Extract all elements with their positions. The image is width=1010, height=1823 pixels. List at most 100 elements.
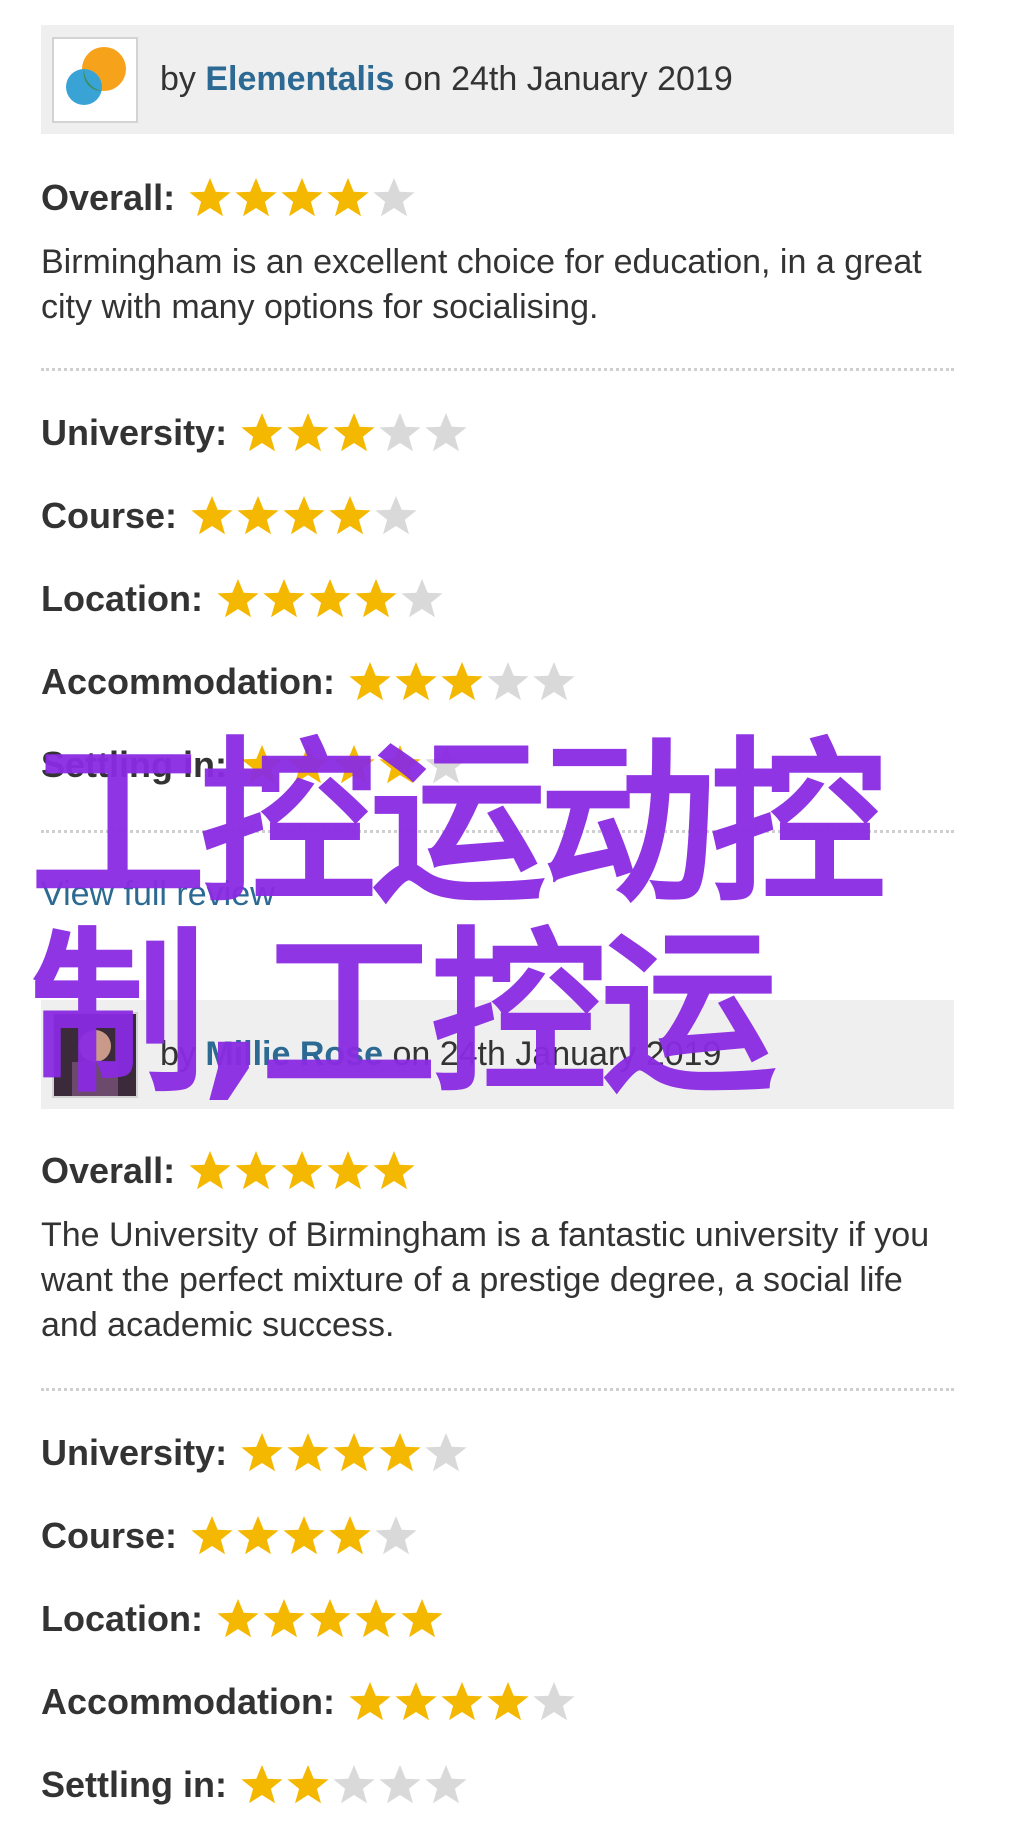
star-rating bbox=[239, 410, 469, 456]
star-filled-icon bbox=[329, 1516, 371, 1555]
rating-row-accommodation: Accommodation: bbox=[41, 654, 577, 710]
star-filled-icon bbox=[487, 1682, 529, 1721]
rating-row-accommodation: Accommodation: bbox=[41, 1674, 577, 1730]
star-rating bbox=[347, 1679, 577, 1725]
star-filled-icon bbox=[281, 178, 323, 217]
star-rating bbox=[187, 1148, 417, 1194]
overall-label: Overall: bbox=[41, 1150, 176, 1191]
star-filled-icon bbox=[395, 1682, 437, 1721]
rating-row-course: Course: bbox=[41, 488, 419, 544]
star-filled-icon bbox=[191, 496, 233, 535]
star-empty-icon bbox=[425, 1433, 467, 1472]
star-filled-icon bbox=[237, 496, 279, 535]
star-filled-icon bbox=[283, 496, 325, 535]
rating-row-location: Location: bbox=[41, 571, 445, 627]
star-filled-icon bbox=[379, 745, 421, 784]
avatar[interactable] bbox=[52, 1011, 138, 1098]
star-empty-icon bbox=[425, 1765, 467, 1804]
star-filled-icon bbox=[241, 413, 283, 452]
overall-rating-row: Overall: bbox=[41, 170, 417, 226]
view-full-review-link[interactable]: View full review bbox=[41, 875, 275, 914]
star-filled-icon bbox=[235, 178, 277, 217]
star-filled-icon bbox=[283, 1516, 325, 1555]
review-header: by Millie Rose on 24th January 2019 bbox=[41, 1000, 954, 1109]
star-filled-icon bbox=[355, 579, 397, 618]
rating-row-settling-in: Settling in: bbox=[41, 1757, 469, 1813]
star-filled-icon bbox=[379, 1433, 421, 1472]
star-rating bbox=[347, 659, 577, 705]
review-byline: by Millie Rose on 24th January 2019 bbox=[160, 1035, 721, 1074]
rating-label: Accommodation: bbox=[41, 1681, 336, 1722]
star-filled-icon bbox=[241, 745, 283, 784]
star-empty-icon bbox=[425, 413, 467, 452]
star-empty-icon bbox=[401, 579, 443, 618]
star-filled-icon bbox=[241, 1433, 283, 1472]
star-empty-icon bbox=[373, 178, 415, 217]
star-filled-icon bbox=[395, 662, 437, 701]
reviews-page: by Elementalis on 24th January 2019 Over… bbox=[0, 0, 1010, 1823]
rating-row-university: University: bbox=[41, 405, 469, 461]
star-filled-icon bbox=[355, 1599, 397, 1638]
star-filled-icon bbox=[287, 1433, 329, 1472]
review-date: on 24th January 2019 bbox=[403, 60, 733, 98]
divider bbox=[41, 368, 954, 371]
star-filled-icon bbox=[333, 745, 375, 784]
rating-row-university: University: bbox=[41, 1425, 469, 1481]
star-rating bbox=[239, 1430, 469, 1476]
star-filled-icon bbox=[189, 1151, 231, 1190]
star-empty-icon bbox=[533, 662, 575, 701]
star-rating bbox=[189, 1513, 419, 1559]
star-filled-icon bbox=[287, 745, 329, 784]
star-empty-icon bbox=[379, 413, 421, 452]
star-filled-icon bbox=[281, 1151, 323, 1190]
avatar-logo-icon bbox=[66, 46, 126, 105]
author-link[interactable]: Millie Rose bbox=[205, 1035, 383, 1073]
review-date: on 24th January 2019 bbox=[392, 1035, 722, 1073]
star-filled-icon bbox=[287, 413, 329, 452]
byline-by: by bbox=[160, 60, 196, 98]
rating-label: Settling in: bbox=[41, 1764, 227, 1805]
star-rating bbox=[215, 1596, 445, 1642]
star-filled-icon bbox=[327, 178, 369, 217]
byline-by: by bbox=[160, 1035, 196, 1073]
star-filled-icon bbox=[309, 1599, 351, 1638]
avatar[interactable] bbox=[52, 36, 138, 123]
star-rating bbox=[239, 742, 469, 788]
star-filled-icon bbox=[191, 1516, 233, 1555]
rating-label: Settling in: bbox=[41, 744, 227, 785]
star-filled-icon bbox=[309, 579, 351, 618]
star-filled-icon bbox=[329, 496, 371, 535]
star-filled-icon bbox=[287, 1765, 329, 1804]
rating-label: University: bbox=[41, 412, 228, 453]
avatar-photo-icon bbox=[54, 1013, 136, 1096]
star-filled-icon bbox=[189, 178, 231, 217]
star-filled-icon bbox=[349, 1682, 391, 1721]
star-filled-icon bbox=[241, 1765, 283, 1804]
star-rating bbox=[187, 175, 417, 221]
star-filled-icon bbox=[327, 1151, 369, 1190]
rating-label: University: bbox=[41, 1432, 228, 1473]
star-rating bbox=[215, 576, 445, 622]
star-rating bbox=[239, 1762, 469, 1808]
author-link[interactable]: Elementalis bbox=[205, 60, 394, 98]
star-rating bbox=[189, 493, 419, 539]
rating-label: Accommodation: bbox=[41, 661, 336, 702]
rating-label: Location: bbox=[41, 1598, 203, 1639]
star-filled-icon bbox=[401, 1599, 443, 1638]
star-filled-icon bbox=[349, 662, 391, 701]
star-empty-icon bbox=[533, 1682, 575, 1721]
overall-rating-row: Overall: bbox=[41, 1143, 417, 1199]
star-filled-icon bbox=[441, 662, 483, 701]
star-filled-icon bbox=[263, 1599, 305, 1638]
rating-row-location: Location: bbox=[41, 1591, 445, 1647]
rating-row-course: Course: bbox=[41, 1508, 419, 1564]
review-text: The University of Birmingham is a fantas… bbox=[41, 1216, 930, 1344]
star-filled-icon bbox=[333, 1433, 375, 1472]
star-empty-icon bbox=[375, 1516, 417, 1555]
rating-label: Course: bbox=[41, 495, 178, 536]
rating-row-settling-in: Settling in: bbox=[41, 737, 469, 793]
star-empty-icon bbox=[333, 1765, 375, 1804]
star-empty-icon bbox=[375, 496, 417, 535]
overall-label: Overall: bbox=[41, 177, 176, 218]
star-filled-icon bbox=[333, 413, 375, 452]
